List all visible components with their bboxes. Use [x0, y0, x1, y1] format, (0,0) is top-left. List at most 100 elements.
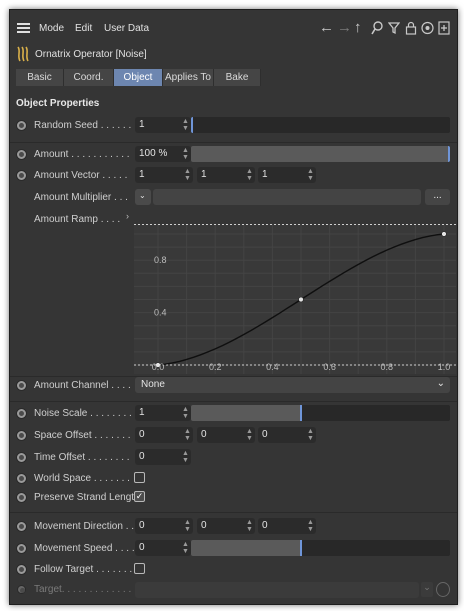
- amount-multiplier-link-field[interactable]: [153, 189, 421, 205]
- movement-direction-keyframe-icon[interactable]: [16, 521, 27, 532]
- noise-scale-slider-thumb[interactable]: [300, 405, 303, 421]
- stepper-icon[interactable]: ▲ ▼: [182, 118, 189, 132]
- follow-target-keyframe-icon[interactable]: [16, 564, 27, 575]
- amount-channel-dropdown[interactable]: None ⌄: [135, 377, 450, 393]
- amount-vector-z-field[interactable]: 1 ▲ ▼: [258, 167, 316, 183]
- tab-applies-to[interactable]: Applies To: [163, 69, 214, 86]
- space-offset-keyframe-icon[interactable]: [16, 430, 27, 441]
- world-space-keyframe-icon[interactable]: [16, 473, 27, 484]
- random-seed-field[interactable]: 1 ▲ ▼: [135, 117, 191, 133]
- preserve-strand-length-keyframe-icon[interactable]: [16, 492, 27, 503]
- stepper-icon[interactable]: ▲ ▼: [182, 450, 189, 464]
- movement-direction-y-field[interactable]: 0 ▲ ▼: [197, 518, 255, 534]
- movement-speed-field[interactable]: 0 ▲ ▼: [135, 540, 191, 556]
- menu-user-data[interactable]: User Data: [104, 23, 149, 34]
- time-offset-field[interactable]: 0 ▲ ▼: [135, 449, 191, 465]
- amount-vector-y-field[interactable]: 1 ▲ ▼: [197, 167, 255, 183]
- random-seed-slider-thumb[interactable]: [191, 117, 193, 133]
- stepper-icon[interactable]: ▲ ▼: [182, 541, 189, 555]
- movement-speed-slider-thumb[interactable]: [300, 540, 303, 556]
- target-icon[interactable]: [421, 21, 434, 37]
- noise-scale-keyframe-icon[interactable]: [16, 408, 27, 419]
- stepper-icon[interactable]: ▲ ▼: [246, 168, 253, 182]
- stepper-icon[interactable]: ▲ ▼: [184, 168, 191, 182]
- stepper-icon[interactable]: ▲ ▼: [182, 147, 189, 161]
- menu-edit[interactable]: Edit: [75, 23, 92, 34]
- hamburger-menu-icon[interactable]: [17, 23, 30, 34]
- space-offset-y-field[interactable]: 0 ▲ ▼: [197, 427, 255, 443]
- space-offset-z-field[interactable]: 0 ▲ ▼: [258, 427, 316, 443]
- world-space-checkbox[interactable]: [134, 472, 145, 483]
- amount-vector-keyframe-icon[interactable]: [16, 170, 27, 181]
- random-seed-slider[interactable]: [191, 117, 450, 133]
- ramp-x-tick-label: 0.2: [209, 362, 222, 372]
- ramp-knot[interactable]: [298, 296, 304, 303]
- ramp-x-tick-label: 1.0: [438, 362, 451, 372]
- stepper-icon[interactable]: ▲ ▼: [307, 168, 314, 182]
- stepper-icon[interactable]: ▲ ▼: [307, 519, 314, 533]
- time-offset-keyframe-icon[interactable]: [16, 452, 27, 463]
- stepper-icon[interactable]: ▲ ▼: [182, 406, 189, 420]
- random-seed-value: 1: [139, 119, 145, 130]
- ramp-y-tick-label: 0.4: [154, 308, 167, 318]
- chevron-right-icon[interactable]: ›: [126, 211, 129, 221]
- new-panel-icon[interactable]: [438, 21, 450, 37]
- stepper-icon[interactable]: ▲ ▼: [307, 428, 314, 442]
- time-offset-label: Time Offset . . . . . . . .: [34, 452, 130, 463]
- follow-target-label: Follow Target . . . . . . .: [34, 564, 133, 575]
- amount-keyframe-icon[interactable]: [16, 149, 27, 160]
- amount-slider-thumb[interactable]: [448, 146, 450, 162]
- ramp-y-tick-label: 0.8: [154, 255, 167, 265]
- amount-field[interactable]: 100 % ▲ ▼: [135, 146, 191, 162]
- movement-direction-z-value: 0: [262, 520, 268, 531]
- search-icon[interactable]: [371, 21, 383, 37]
- movement-speed-slider[interactable]: [191, 540, 450, 556]
- amount-slider[interactable]: [191, 146, 450, 162]
- amount-channel-value: None: [141, 379, 165, 390]
- menu-mode[interactable]: Mode: [39, 23, 64, 34]
- separator: [10, 401, 457, 402]
- tab-basic[interactable]: Basic: [16, 69, 64, 86]
- lock-icon[interactable]: [405, 21, 417, 37]
- noise-scale-slider[interactable]: [191, 405, 450, 421]
- stepper-icon[interactable]: ▲ ▼: [184, 519, 191, 533]
- amount-multiplier-dropdown[interactable]: ⌄: [135, 189, 151, 205]
- stepper-icon[interactable]: ▲ ▼: [246, 428, 253, 442]
- amount-vector-x-field[interactable]: 1 ▲ ▼: [135, 167, 193, 183]
- tab-bake[interactable]: Bake: [214, 69, 261, 86]
- amount-channel-keyframe-icon[interactable]: [16, 380, 27, 391]
- space-offset-z-value: 0: [262, 429, 268, 440]
- preserve-strand-length-checkbox[interactable]: ✓: [134, 491, 145, 502]
- space-offset-x-field[interactable]: 0 ▲ ▼: [135, 427, 193, 443]
- ramp-curve-svg[interactable]: 0.0 0.2 0.4 0.6 0.8 1.0 0.8 0.4: [134, 224, 456, 374]
- noise-scale-slider-fill: [191, 405, 303, 421]
- back-arrow-icon[interactable]: ←: [319, 20, 334, 35]
- world-space-label: World Space . . . . . . .: [34, 473, 130, 484]
- follow-target-checkbox[interactable]: [134, 563, 145, 574]
- amount-ramp-label: Amount Ramp . . . .: [34, 214, 121, 225]
- stepper-icon[interactable]: ▲ ▼: [246, 519, 253, 533]
- amount-vector-z-value: 1: [262, 169, 268, 180]
- movement-direction-x-field[interactable]: 0 ▲ ▼: [135, 518, 193, 534]
- chevron-down-icon: ⌄: [139, 191, 146, 200]
- stepper-icon[interactable]: ▲ ▼: [184, 428, 191, 442]
- space-offset-y-value: 0: [201, 429, 207, 440]
- noise-scale-value: 1: [139, 407, 145, 418]
- amount-vector-label: Amount Vector . . . . .: [34, 170, 128, 181]
- tab-object[interactable]: Object: [114, 69, 163, 86]
- amount-label: Amount . . . . . . . . . . .: [34, 149, 130, 160]
- up-arrow-icon[interactable]: ↑: [354, 20, 362, 35]
- movement-direction-z-field[interactable]: 0 ▲ ▼: [258, 518, 316, 534]
- amount-multiplier-browse-button[interactable]: ...: [425, 189, 450, 205]
- noise-scale-field[interactable]: 1 ▲ ▼: [135, 405, 191, 421]
- ramp-x-tick-label: 0.6: [323, 362, 336, 372]
- ramp-knot[interactable]: [441, 231, 447, 237]
- forward-arrow-icon[interactable]: →: [337, 20, 352, 35]
- target-label: Target. . . . . . . . . . . . .: [34, 584, 132, 595]
- filter-icon[interactable]: [387, 21, 401, 37]
- amount-vector-y-value: 1: [201, 169, 207, 180]
- random-seed-keyframe-icon[interactable]: [16, 120, 27, 131]
- tab-coord[interactable]: Coord.: [64, 69, 114, 86]
- movement-speed-keyframe-icon[interactable]: [16, 543, 27, 554]
- amount-ramp-graph[interactable]: 0.0 0.2 0.4 0.6 0.8 1.0 0.8 0.4: [134, 224, 456, 374]
